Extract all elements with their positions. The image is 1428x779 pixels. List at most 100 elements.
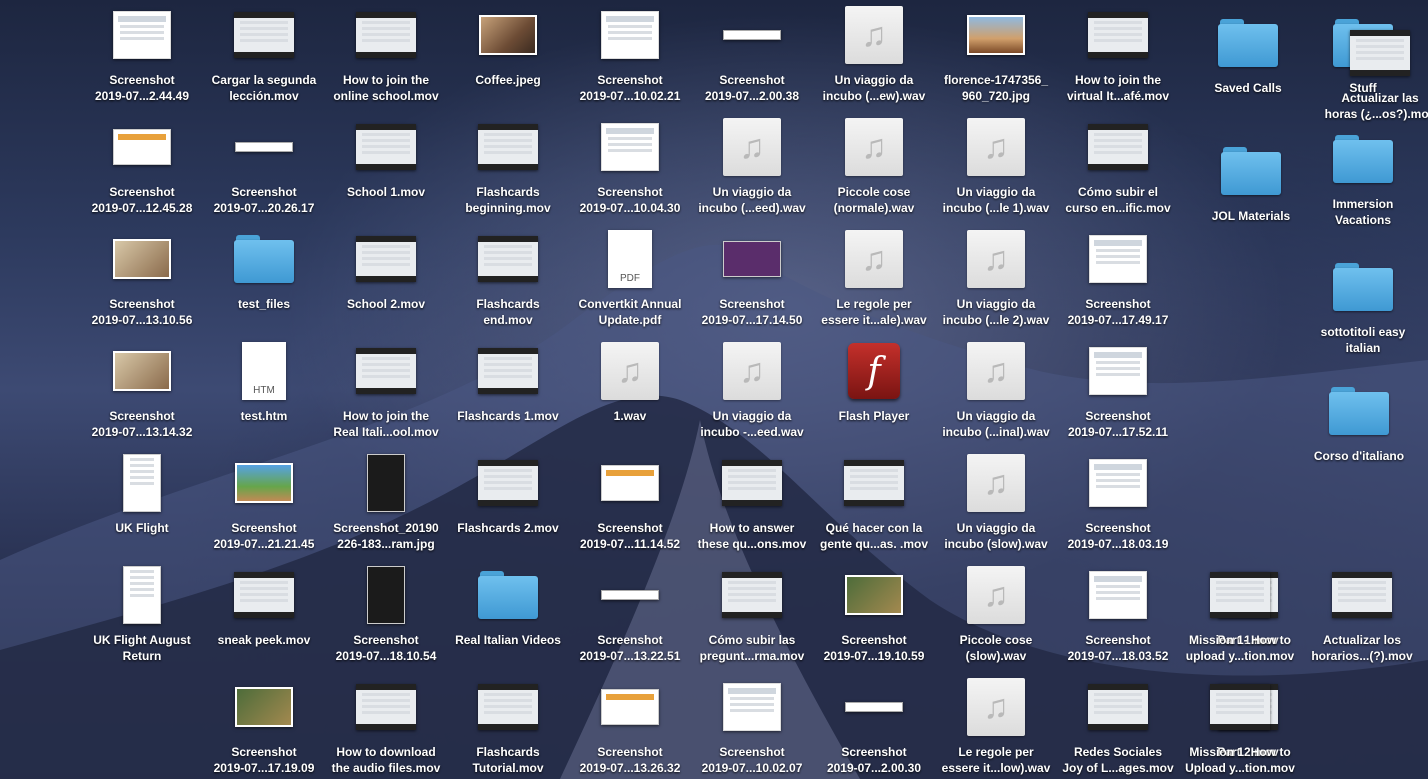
desktop-file-item[interactable]: Screenshot 2019-07...17.49.17 [1053,228,1183,336]
file-name-label: sneak peek.mov [217,633,311,647]
desktop-file-item[interactable]: sneak peek.mov [199,564,329,672]
desktop-file-item[interactable]: How to answer these qu...ons.mov [687,452,817,560]
desktop-file-item[interactable]: Cómo subir las pregunt...rma.mov [687,564,817,672]
file-name-label: Screenshot_20190 226-183...ram.jpg [333,521,439,551]
desktop-file-item[interactable]: ♫ Un viaggio da incubo -...eed.wav [687,340,817,448]
desktop-file-item[interactable]: ♫ Un viaggio da incubo (...le 2).wav [931,228,1061,336]
screenshot-thumbnail-icon [723,241,781,277]
desktop-file-item[interactable]: ♫ Un viaggio da incubo (...eed).wav [687,116,817,224]
screenshot-thumbnail-icon [1089,347,1147,395]
desktop-file-item[interactable]: Screenshot 2019-07...20.26.17 [199,116,329,224]
desktop-file-item[interactable]: PDF Convertkit Annual Update.pdf [565,228,695,336]
desktop-file-item[interactable]: Screenshot 2019-07...18.03.19 [1053,452,1183,560]
desktop-file-item[interactable]: ♫ Piccole cose (normale).wav [809,116,939,224]
video-thumbnail-icon [356,348,416,394]
desktop-file-item[interactable]: Flashcards end.mov [443,228,573,336]
desktop-file-item[interactable]: Redes Sociales Joy of L...ages.mov [1053,676,1183,779]
desktop-file-item[interactable]: Screenshot 2019-07...2.00.30 [809,676,939,779]
file-name-label: 1.wav [613,409,647,423]
file-name-label: Qué hacer con la gente qu...as. .mov [819,521,929,551]
desktop-file-item[interactable]: ♫ Le regole per essere it...ale).wav [809,228,939,336]
file-name-label: Un viaggio da incubo (...le 2).wav [942,297,1050,327]
desktop-file-item[interactable]: Immersion Vacations [1298,128,1428,236]
desktop-file-item[interactable]: School 1.mov [321,116,451,224]
file-name-label: Le regole per essere it...low).wav [941,745,1051,775]
desktop-file-item[interactable]: f Flash Player [809,340,939,448]
desktop-file-item[interactable]: Screenshot 2019-07...17.19.09 [199,676,329,779]
folder-icon [1329,387,1389,435]
desktop-file-item[interactable]: Corso d'italiano [1294,380,1424,488]
desktop-file-item[interactable]: Saved Calls [1183,12,1313,120]
desktop-file-item[interactable]: Screenshot 2019-07...17.52.11 [1053,340,1183,448]
desktop-file-item[interactable]: ♫ Un viaggio da incubo (...le 1).wav [931,116,1061,224]
audio-file-icon: ♫ [967,342,1025,400]
desktop-file-item[interactable]: Cómo subir el curso en...ific.mov [1053,116,1183,224]
desktop-file-item[interactable]: ♫ Le regole per essere it...low).wav [931,676,1061,779]
desktop-file-item[interactable]: ♫ Un viaggio da incubo (...ew).wav [809,4,939,112]
desktop-file-item[interactable]: JOL Materials [1186,140,1316,248]
desktop-file-item[interactable]: Flashcards 2.mov [443,452,573,560]
video-thumbnail-icon [356,236,416,282]
file-name-label: Screenshot 2019-07...18.03.19 [1067,521,1169,551]
file-name-label: Flashcards 2.mov [457,521,559,535]
desktop-file-item[interactable]: Actualizar las horas (¿...os?).mov [1315,22,1428,130]
desktop-file-item[interactable]: Screenshot 2019-07...13.22.51 [565,564,695,672]
folder-icon [1221,147,1281,195]
file-name-label: Screenshot 2019-07...10.02.21 [579,73,681,103]
desktop-file-item[interactable]: test_files [199,228,329,336]
desktop-file-item[interactable]: Screenshot 2019-07...2.00.38 [687,4,817,112]
desktop-file-item[interactable]: Screenshot 2019-07...19.10.59 [809,564,939,672]
desktop-file-item[interactable]: Mission 1- How to upload y...tion.mov [1175,564,1305,672]
desktop-file-item[interactable]: Screenshot 2019-07...18.03.52 [1053,564,1183,672]
desktop-file-item[interactable]: UK Flight August Return [77,564,207,672]
desktop-file-item[interactable]: Screenshot 2019-07...13.10.56 [77,228,207,336]
desktop-file-item[interactable]: Screenshot 2019-07...11.14.52 [565,452,695,560]
desktop-file-item[interactable]: HTM test.htm [199,340,329,448]
desktop-file-item[interactable]: ♫ Un viaggio da incubo (slow).wav [931,452,1061,560]
desktop-file-item[interactable]: Screenshot 2019-07...2.44.49 [77,4,207,112]
desktop-file-item[interactable]: UK Flight [77,452,207,560]
file-name-label: Actualizar las horas (¿...os?).mov [1324,91,1428,121]
desktop-file-item[interactable]: Coffee.jpeg [443,4,573,112]
file-name-label: sottotitoli easy italian [1320,325,1406,355]
desktop-file-item[interactable]: Real Italian Videos [443,564,573,672]
file-name-label: Screenshot 2019-07...17.52.11 [1067,409,1169,439]
desktop-file-item[interactable]: School 2.mov [321,228,451,336]
desktop-file-item[interactable]: Flashcards beginning.mov [443,116,573,224]
audio-file-icon: ♫ [723,342,781,400]
file-name-label: Screenshot 2019-07...11.14.52 [579,521,681,551]
screenshot-thumbnail-icon [1089,235,1147,283]
desktop-file-item[interactable]: Flashcards 1.mov [443,340,573,448]
file-name-label: How to join the Real Itali...ool.mov [333,409,439,439]
desktop-file-item[interactable]: Actualizar los horarios...(?).mov [1297,564,1427,672]
desktop-file-item[interactable]: How to join the Real Itali...ool.mov [321,340,451,448]
desktop-file-item[interactable]: Flashcards Tutorial.mov [443,676,573,779]
file-name-label: Flash Player [838,409,910,423]
desktop-file-item[interactable]: ♫ Un viaggio da incubo (...inal).wav [931,340,1061,448]
desktop-file-item[interactable]: florence-1747356_ 960_720.jpg [931,4,1061,112]
desktop-file-item[interactable]: Screenshot 2019-07...13.26.32 [565,676,695,779]
folder-icon [1218,19,1278,67]
desktop-file-item[interactable]: Screenshot 2019-07...17.14.50 [687,228,817,336]
desktop-file-item[interactable]: Screenshot 2019-07...21.21.45 [199,452,329,560]
desktop-file-item[interactable]: Screenshot 2019-07...18.10.54 [321,564,451,672]
desktop-file-item[interactable]: ♫ Piccole cose (slow).wav [931,564,1061,672]
desktop-file-item[interactable]: How to join the virtual It...afé.mov [1053,4,1183,112]
desktop-file-item[interactable]: Cargar la segunda lección.mov [199,4,329,112]
desktop-file-item[interactable]: Screenshot_20190 226-183...ram.jpg [321,452,451,560]
desktop-file-item[interactable]: Screenshot 2019-07...13.14.32 [77,340,207,448]
screenshot-thumbnail-icon [113,11,171,59]
desktop-file-item[interactable]: Screenshot 2019-07...10.02.07 [687,676,817,779]
audio-file-icon: ♫ [967,678,1025,736]
desktop-file-item[interactable]: Mission 1. How to Upload y...tion.mov [1175,676,1305,779]
desktop-file-item[interactable]: Screenshot 2019-07...10.04.30 [565,116,695,224]
desktop-file-item[interactable]: How to join the online school.mov [321,4,451,112]
desktop-file-item[interactable]: Qué hacer con la gente qu...as. .mov [809,452,939,560]
desktop-file-item[interactable]: Screenshot 2019-07...10.02.21 [565,4,695,112]
screenshot-thumbnail-icon [723,683,781,731]
desktop-file-item[interactable]: ♫ 1.wav [565,340,695,448]
desktop-file-item[interactable]: Screenshot 2019-07...12.45.28 [77,116,207,224]
desktop-file-item[interactable]: sottotitoli easy italian [1298,256,1428,364]
desktop-file-item[interactable]: How to download the audio files.mov [321,676,451,779]
audio-file-icon: ♫ [967,230,1025,288]
